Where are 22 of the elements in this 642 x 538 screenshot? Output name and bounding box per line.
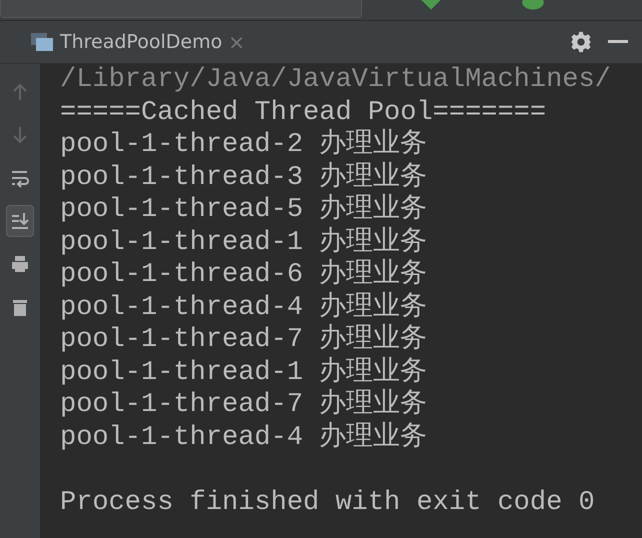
console-output-line: pool-1-thread-1 办理业务 <box>60 228 428 258</box>
console-output-line: =====Cached Thread Pool======= <box>60 98 546 128</box>
settings-icon[interactable] <box>570 31 592 53</box>
printer-icon <box>10 254 30 274</box>
console-output-line: pool-1-thread-7 办理业务 <box>60 325 428 355</box>
scroll-to-end-icon <box>10 211 30 231</box>
console-output-line: pool-1-thread-4 办理业务 <box>60 422 428 452</box>
wrap-icon <box>10 168 30 188</box>
console-output-line: Process finished with exit code 0 <box>60 488 595 518</box>
console-output-line: pool-1-thread-7 办理业务 <box>60 390 428 420</box>
console-icon <box>30 32 54 52</box>
console-output-line: pool-1-thread-1 办理业务 <box>60 358 428 388</box>
console-output-line: pool-1-thread-3 办理业务 <box>60 162 428 192</box>
tab-title: ThreadPoolDemo <box>60 31 222 53</box>
console-output-line: pool-1-thread-5 办理业务 <box>60 195 428 225</box>
console-output-line: pool-1-thread-6 办理业务 <box>60 260 428 290</box>
trash-icon <box>10 297 30 317</box>
java-path-text: /Library/Java/JavaVirtualMachines/ <box>60 65 611 95</box>
scroll-toolbar-button[interactable] <box>6 205 34 237</box>
console-output-line: pool-1-thread-2 办理业务 <box>60 130 428 160</box>
console-output-line: pool-1-thread-4 办理业务 <box>60 292 428 322</box>
minimize-icon[interactable] <box>608 40 628 44</box>
